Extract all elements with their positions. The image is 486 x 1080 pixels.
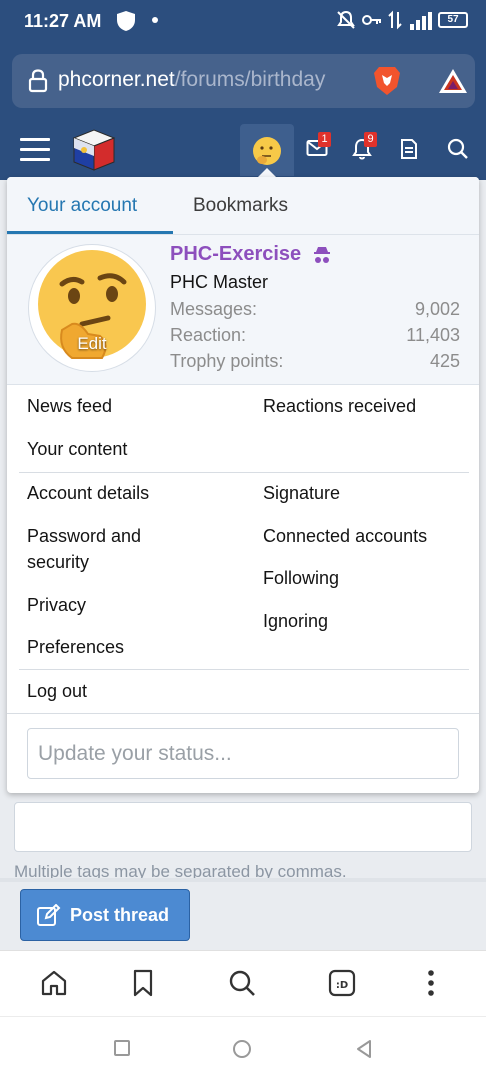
menu-pointer: [258, 168, 276, 177]
menu-divider: [19, 669, 469, 670]
menu-privacy[interactable]: Privacy: [27, 592, 86, 618]
avatar-thumbnail: [253, 137, 281, 165]
shield-icon: [117, 11, 135, 31]
post-thread-label: Post thread: [70, 905, 170, 925]
edit-icon: [37, 904, 61, 926]
data-transfer-icon: [388, 10, 402, 30]
clock: 11:27 AM: [24, 11, 102, 31]
bookmark-icon[interactable]: [132, 969, 154, 997]
menu-reactions-received[interactable]: Reactions received: [263, 393, 416, 419]
site-header: 1 9: [0, 120, 486, 180]
tab-bookmarks[interactable]: Bookmarks: [193, 195, 288, 217]
tags-input[interactable]: [14, 802, 472, 852]
inbox-button[interactable]: 1: [306, 132, 331, 163]
stat-label: Reaction:: [170, 325, 247, 345]
stat-messages: Messages: 9,002: [170, 299, 460, 320]
username[interactable]: PHC-Exercise: [170, 243, 301, 266]
stat-value: 11,403: [406, 325, 460, 345]
menu-icon[interactable]: [20, 138, 50, 162]
browser-toolbar: phcorner.net/forums/birthday: [0, 44, 486, 120]
page-divider: [0, 878, 486, 882]
inbox-badge: 1: [318, 132, 331, 147]
menu-ignoring[interactable]: Ignoring: [263, 608, 328, 634]
active-tab-indicator: [7, 231, 173, 234]
url-text: phcorner.net/forums/birthday: [58, 68, 325, 92]
status-input[interactable]: [28, 729, 458, 778]
tab-your-account[interactable]: Your account: [27, 195, 137, 217]
home-nav-icon[interactable]: [232, 1039, 252, 1059]
menu-password-security-line2: security: [27, 552, 90, 572]
site-logo[interactable]: [70, 126, 118, 174]
home-icon[interactable]: [40, 969, 68, 997]
stat-reaction: Reaction: 11,403: [170, 325, 460, 346]
menu-your-content[interactable]: Your content: [27, 436, 127, 462]
menu-tabs: Your account Bookmarks: [7, 177, 479, 235]
stat-label: Trophy points:: [170, 351, 284, 371]
alerts-button[interactable]: 9: [352, 132, 377, 165]
stat-value: 9,002: [414, 299, 460, 319]
incognito-icon: [314, 247, 330, 263]
recents-icon[interactable]: [113, 1039, 131, 1057]
tabs-icon[interactable]: :D: [328, 969, 356, 997]
alerts-badge: 9: [364, 132, 377, 147]
mute-icon: [337, 10, 355, 29]
menu-connected-accounts[interactable]: Connected accounts: [263, 523, 427, 549]
url-host: phcorner.net: [58, 68, 175, 91]
menu-news-feed[interactable]: News feed: [27, 393, 112, 419]
menu-account-details[interactable]: Account details: [27, 480, 149, 506]
vpn-key-icon: [362, 15, 381, 25]
profile-summary: Edit PHC-Exercise PHC Master Messages: 9,…: [7, 235, 479, 385]
stat-trophy-points: Trophy points: 425: [170, 351, 460, 372]
menu-divider: [7, 713, 479, 714]
status-update-box: [27, 728, 459, 779]
stat-value: 425: [429, 351, 460, 371]
avatar[interactable]: Edit: [29, 245, 155, 371]
avatar-edit-label[interactable]: Edit: [32, 334, 152, 354]
address-bar[interactable]: phcorner.net/forums/birthday: [12, 54, 475, 108]
document-icon: [401, 139, 417, 159]
menu-log-out[interactable]: Log out: [27, 678, 87, 704]
system-nav-bar: [0, 1016, 486, 1080]
search-icon: [447, 138, 468, 159]
brave-rewards-icon[interactable]: [437, 67, 469, 95]
post-thread-button[interactable]: Post thread: [20, 889, 190, 941]
svg-text::D: :D: [336, 980, 348, 991]
menu-following[interactable]: Following: [263, 565, 339, 591]
status-bar: 11:27 AM 57: [0, 0, 486, 44]
stat-label: Messages:: [170, 299, 258, 319]
whats-new-button[interactable]: [400, 138, 418, 165]
account-menu: Your account Bookmarks Edit PHC-Exercise…: [7, 177, 479, 793]
browser-bottom-toolbar: :D: [0, 950, 486, 1016]
lock-icon: [28, 69, 48, 93]
brave-shields-icon[interactable]: [372, 65, 402, 97]
search-button[interactable]: [447, 138, 469, 165]
notification-dot: [152, 17, 158, 23]
more-options-icon[interactable]: [426, 969, 436, 997]
user-title: PHC Master: [170, 272, 269, 292]
menu-signature[interactable]: Signature: [263, 480, 340, 506]
menu-password-security[interactable]: Password and security: [27, 523, 141, 575]
battery-icon: 57: [438, 12, 468, 28]
menu-preferences[interactable]: Preferences: [27, 634, 124, 660]
menu-password-security-line1: Password and: [27, 526, 142, 546]
url-path: /forums/birthday: [174, 68, 326, 91]
menu-divider: [19, 472, 469, 473]
signal-icon: [410, 12, 432, 30]
back-icon[interactable]: [355, 1039, 373, 1059]
search-icon[interactable]: [228, 969, 256, 997]
